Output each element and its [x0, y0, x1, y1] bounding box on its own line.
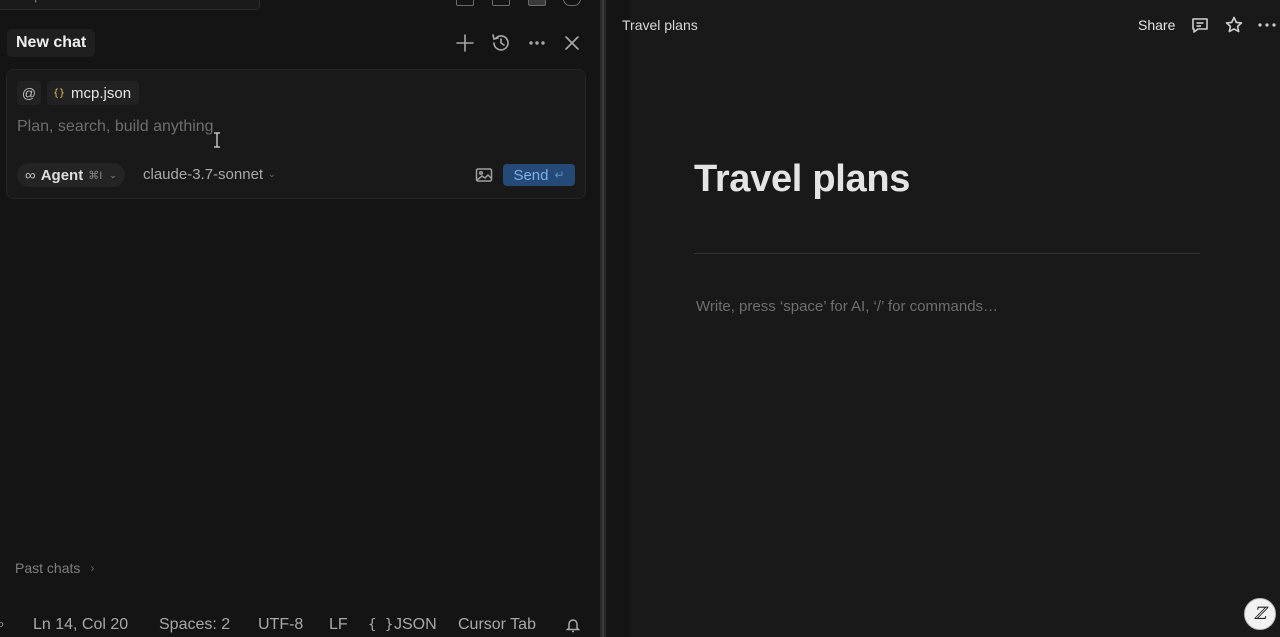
chevron-down-icon: ⌄ — [268, 169, 276, 179]
image-icon[interactable] — [475, 167, 493, 183]
editor-placeholder[interactable]: Write, press ‘space’ for AI, ‘/’ for com… — [696, 298, 998, 315]
search-icon[interactable]: ⌕ — [0, 616, 5, 634]
chat-composer: @ {} mcp.json ∞ Agent ⌘I ⌄ claude-3.7-so… — [6, 69, 586, 199]
notes-gutter — [606, 0, 630, 637]
notes-top-bar: Travel plans Share — [606, 0, 1280, 48]
chat-pane: en-mcp-server New chat @ {} mcp.json — [0, 0, 600, 637]
agent-mode-selector[interactable]: ∞ Agent ⌘I ⌄ — [17, 163, 125, 187]
tab-new-chat[interactable]: New chat — [7, 29, 96, 57]
top-toolbar: en-mcp-server — [0, 0, 600, 12]
resize-handle[interactable] — [602, 0, 604, 637]
comment-icon[interactable] — [1190, 15, 1210, 35]
text-cursor-icon — [213, 132, 221, 148]
json-file-icon: {} — [53, 87, 66, 99]
model-name: claude-3.7-sonnet — [143, 166, 264, 183]
plus-icon[interactable] — [454, 32, 476, 54]
send-label: Send — [513, 166, 549, 184]
status-cursor-tab[interactable]: Cursor Tab — [458, 616, 536, 634]
chevron-right-icon: › — [90, 561, 95, 575]
chat-input[interactable] — [17, 116, 477, 138]
chevron-down-icon: ⌄ — [109, 169, 117, 180]
agent-mode-label: Agent — [40, 166, 84, 184]
infinity-icon: ∞ — [25, 166, 36, 184]
status-indentation[interactable]: Spaces: 2 — [159, 616, 230, 634]
breadcrumb[interactable]: Travel plans — [622, 17, 698, 33]
ai-assistant-button[interactable]: ℤ — [1244, 598, 1276, 630]
command-search-text: en-mcp-server — [1, 0, 78, 3]
bell-icon[interactable] — [565, 617, 581, 633]
title-divider — [694, 253, 1200, 254]
page-title[interactable]: Travel plans — [694, 158, 910, 201]
send-button[interactable]: Send ↵ — [503, 164, 575, 186]
status-bar: ⌕ Ln 14, Col 20 Spaces: 2 UTF-8 LF { } J… — [0, 612, 600, 637]
star-icon[interactable] — [1224, 15, 1244, 35]
past-chats-label: Past chats — [15, 560, 81, 576]
toggle-chat-icon[interactable] — [528, 0, 546, 6]
agent-mode-shortcut: ⌘I — [88, 169, 103, 182]
history-icon[interactable] — [490, 32, 512, 54]
status-cursor-position[interactable]: Ln 14, Col 20 — [33, 616, 128, 634]
chat-header: New chat — [0, 28, 600, 58]
close-icon[interactable] — [561, 32, 583, 54]
status-language[interactable]: JSON — [394, 616, 437, 634]
share-button[interactable]: Share — [1138, 17, 1175, 33]
more-icon[interactable] — [526, 32, 548, 54]
toggle-sidebar-icon[interactable] — [456, 0, 474, 6]
more-icon[interactable] — [1257, 15, 1277, 35]
toggle-panel-icon[interactable] — [492, 0, 510, 6]
settings-gear-icon[interactable] — [563, 0, 581, 6]
context-file-chip[interactable]: {} mcp.json — [47, 81, 140, 105]
past-chats-link[interactable]: Past chats › — [15, 560, 94, 576]
mention-button[interactable]: @ — [17, 81, 41, 105]
context-file-name: mcp.json — [71, 84, 132, 102]
notes-pane: Travel plans Share Travel plans Write, p… — [606, 0, 1280, 637]
model-selector[interactable]: claude-3.7-sonnet ⌄ — [143, 166, 276, 183]
command-search-box[interactable]: en-mcp-server — [0, 0, 260, 10]
status-line-ending[interactable]: LF — [329, 616, 348, 634]
braces-icon: { } — [368, 617, 394, 633]
status-encoding[interactable]: UTF-8 — [258, 616, 303, 634]
enter-key-icon: ↵ — [554, 168, 565, 182]
